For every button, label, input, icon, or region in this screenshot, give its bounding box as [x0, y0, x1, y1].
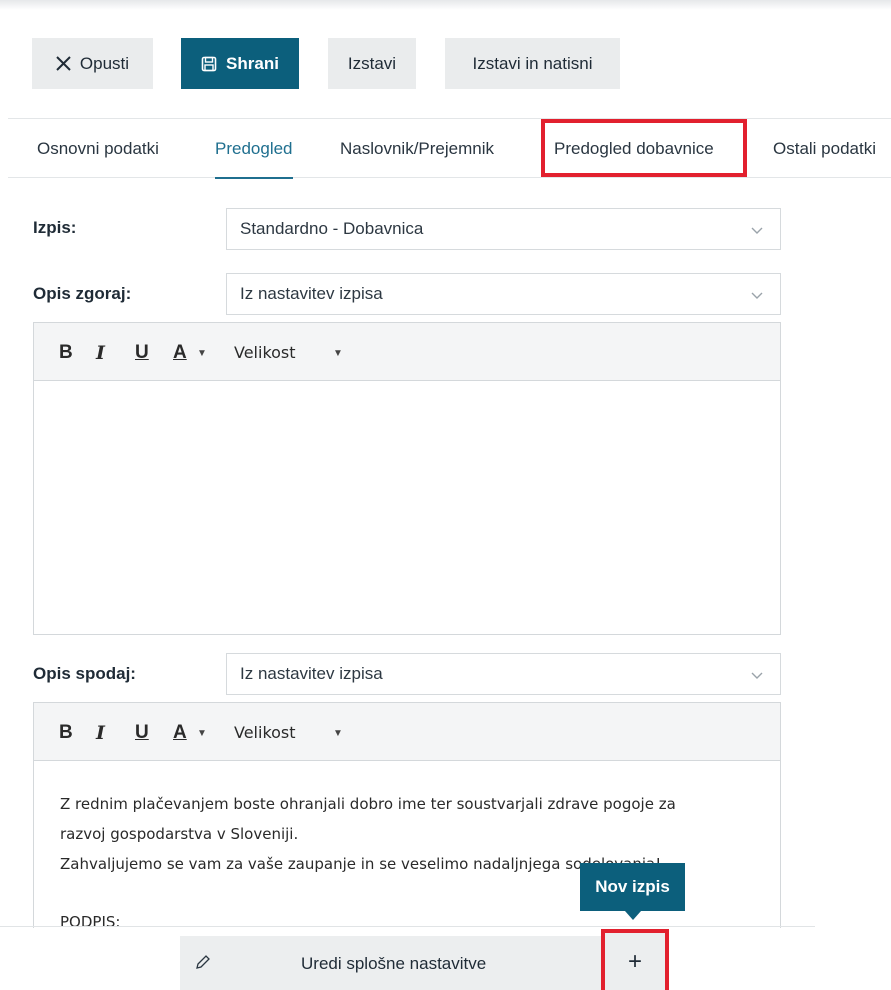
pencil-icon	[194, 953, 212, 976]
font-size-dropdown[interactable]: Velikost	[234, 723, 296, 742]
desc-top-select-value: Iz nastavitev izpisa	[240, 284, 383, 303]
close-icon	[56, 56, 71, 71]
tab-bar: Osnovni podatki Predogled Naslovnik/Prej…	[8, 118, 891, 179]
editor-body[interactable]	[34, 382, 780, 635]
edit-general-settings-label: Uredi splošne nastavitve	[301, 954, 487, 973]
underline-button[interactable]: U	[135, 722, 149, 744]
caret-down-icon[interactable]: ▼	[333, 348, 343, 359]
issue-and-print-label: Izstavi in natisni	[472, 53, 593, 73]
chevron-down-icon	[750, 222, 764, 242]
discard-button[interactable]: Opusti	[32, 38, 153, 89]
tooltip-label: Nov izpis	[595, 877, 670, 896]
edit-general-settings-button[interactable]: Uredi splošne nastavitve	[180, 936, 605, 990]
desc-top-editor[interactable]: B I U A ▼ Velikost ▼	[33, 322, 781, 635]
tab-predogled[interactable]: Predogled	[215, 119, 293, 179]
editor-text-line: Zahvaljujemo se vam za vaše zaupanje in …	[60, 855, 662, 873]
font-size-dropdown[interactable]: Velikost	[234, 343, 296, 362]
top-shadow	[0, 0, 891, 10]
new-print-tooltip: Nov izpis	[580, 863, 685, 920]
editor-text-line: razvoj gospodarstva v Sloveniji.	[60, 825, 299, 843]
underline-button[interactable]: U	[135, 342, 149, 364]
discard-label: Opusti	[79, 53, 130, 73]
chevron-down-icon	[750, 287, 764, 307]
bold-button[interactable]: B	[59, 722, 73, 744]
editor-toolbar: B I U A ▼ Velikost ▼	[34, 323, 780, 381]
editor-toolbar: B I U A ▼ Velikost ▼	[34, 703, 780, 761]
issue-button[interactable]: Izstavi	[328, 38, 416, 89]
save-button[interactable]: Shrani	[181, 38, 299, 89]
font-color-button[interactable]: A	[173, 722, 187, 744]
save-label: Shrani	[226, 53, 279, 73]
bottom-bar: Uredi splošne nastavitve	[180, 936, 669, 990]
tab-highlight-box	[541, 119, 747, 177]
editor-text-line: Z rednim plačevanjem boste ohranjali dob…	[60, 795, 676, 813]
print-select[interactable]: Standardno - Dobavnica	[226, 208, 781, 250]
font-color-button[interactable]: A	[173, 342, 187, 364]
tab-ostali-podatki[interactable]: Ostali podatki	[773, 119, 876, 178]
issue-label: Izstavi	[347, 53, 397, 73]
add-print-button[interactable]: +	[601, 929, 669, 990]
bold-button[interactable]: B	[59, 342, 73, 364]
caret-down-icon[interactable]: ▼	[333, 728, 343, 739]
chevron-down-icon	[750, 667, 764, 687]
desc-top-label: Opis zgoraj:	[33, 284, 132, 303]
bottom-divider	[0, 926, 815, 927]
italic-button[interactable]: I	[96, 722, 105, 744]
caret-down-icon[interactable]: ▼	[197, 348, 207, 359]
issue-and-print-button[interactable]: Izstavi in natisni	[445, 38, 620, 89]
plus-icon: +	[627, 947, 642, 975]
print-label: Izpis:	[33, 218, 77, 237]
print-select-value: Standardno - Dobavnica	[240, 219, 424, 238]
caret-down-icon[interactable]: ▼	[197, 728, 207, 739]
italic-button[interactable]: I	[96, 342, 105, 364]
desc-bottom-select-value: Iz nastavitev izpisa	[240, 664, 383, 683]
desc-bottom-select[interactable]: Iz nastavitev izpisa	[226, 653, 781, 695]
desc-bottom-label: Opis spodaj:	[33, 664, 136, 683]
desc-top-select[interactable]: Iz nastavitev izpisa	[226, 273, 781, 315]
tab-naslovnik-prejemnik[interactable]: Naslovnik/Prejemnik	[340, 119, 494, 178]
tab-osnovni-podatki[interactable]: Osnovni podatki	[37, 119, 159, 178]
save-icon	[201, 56, 217, 72]
